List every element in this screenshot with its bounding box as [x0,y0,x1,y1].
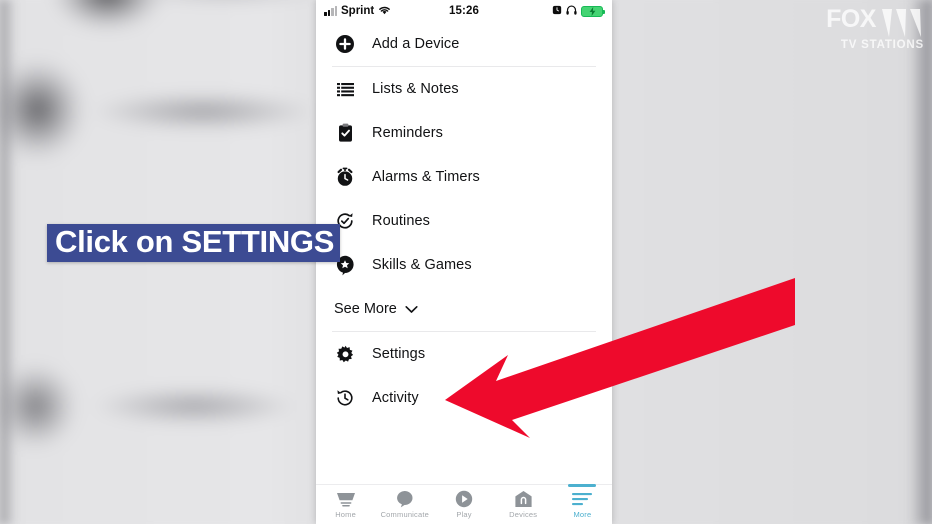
status-bar-right [552,5,605,18]
menu-item-label: Alarms & Timers [372,169,480,185]
clock-history-icon [334,387,356,409]
caption-banner: Click on SETTINGS [47,224,341,262]
devices-icon [514,491,533,508]
menu-item-activity[interactable]: Activity [316,376,612,420]
menu-item-label: Activity [372,390,419,406]
menu-item-add-a-device[interactable]: Add a Device [316,22,612,66]
active-tab-indicator [568,484,597,487]
menu-item-label: Skills & Games [372,257,472,273]
tab-label: More [573,509,592,519]
menu-item-alarms-and-timers[interactable]: Alarms & Timers [316,155,612,199]
background-right-shadow [910,0,932,524]
tab-play[interactable]: Play [434,485,493,524]
menu-item-routines[interactable]: Routines [316,199,612,243]
battery-charging-icon [581,5,605,17]
bottom-tab-bar: Home Communicate Play Devices More [316,484,612,524]
see-more-button[interactable]: See More [316,287,612,331]
plus-circle-icon [334,33,356,55]
play-circle-icon [455,490,473,508]
hamburger-icon [571,491,593,508]
headphones-icon [566,5,577,18]
tab-label: Devices [509,509,538,519]
alarm-clock-icon [334,166,356,188]
clipboard-check-icon [334,122,356,144]
menu-item-skills-and-games[interactable]: Skills & Games [316,243,612,287]
menu-item-settings[interactable]: Settings [316,332,612,376]
background-left-shadow [0,0,16,524]
alarm-icon [552,5,562,18]
gear-icon [334,343,356,365]
menu-item-label: Routines [372,213,431,229]
tab-more[interactable]: More [553,484,612,524]
menu-item-label: Reminders [372,125,444,141]
menu-item-label: Settings [372,346,426,362]
see-more-label: See More [334,301,397,317]
tab-communicate[interactable]: Communicate [375,485,434,524]
more-menu-list: Add a Device Lists & Notes Reminders Ala… [316,22,612,420]
phone-screen-panel: Sprint 15:26 Add a Device Lists & Notes … [316,0,612,524]
tab-label: Play [456,509,472,519]
tab-label: Communicate [380,509,430,519]
speech-bubble-icon [395,491,414,508]
menu-item-reminders[interactable]: Reminders [316,111,612,155]
status-bar: Sprint 15:26 [316,0,612,22]
list-icon [334,78,356,100]
tab-home[interactable]: Home [316,485,375,524]
chevron-down-icon [405,305,418,314]
menu-item-lists-and-notes[interactable]: Lists & Notes [316,67,612,111]
menu-item-label: Add a Device [372,36,460,52]
home-icon [335,491,357,508]
tab-label: Home [335,509,356,519]
screenshot-stage: Sprint 15:26 Add a Device Lists & Notes … [0,0,932,524]
tab-devices[interactable]: Devices [494,485,553,524]
menu-item-label: Lists & Notes [372,81,459,97]
